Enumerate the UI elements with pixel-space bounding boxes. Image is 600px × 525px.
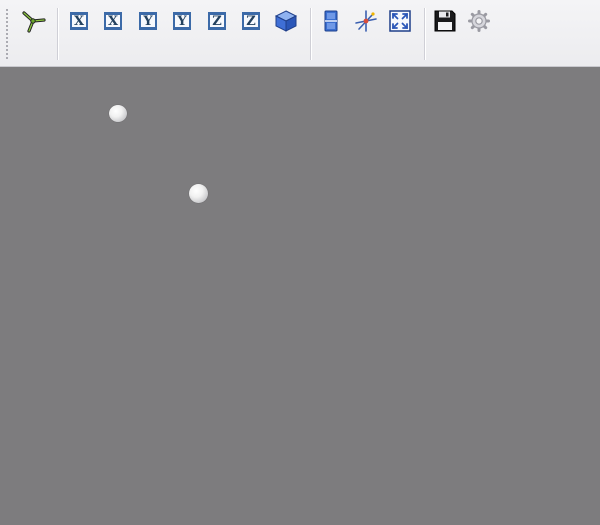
axis-label: X [73, 13, 85, 29]
axis-label: X [107, 13, 119, 29]
sphere-object[interactable] [189, 184, 208, 203]
fit-to-screen-button[interactable] [387, 8, 413, 34]
main-toolbar: X X Y Y Z Z [0, 0, 600, 67]
settings-button[interactable] [466, 8, 492, 34]
isometric-view-button[interactable] [273, 8, 299, 34]
split-layout-icon [324, 10, 338, 32]
axis-label: Z [246, 13, 256, 29]
axes-star-icon [355, 10, 377, 32]
view-y-positive-icon: Y [139, 12, 157, 30]
isometric-cube-icon [274, 10, 298, 32]
settings-gear-icon [468, 10, 490, 32]
fit-to-screen-icon [389, 10, 411, 32]
view-x-negative-button[interactable]: X [100, 8, 126, 34]
toolbar-grip[interactable] [6, 8, 8, 60]
save-button[interactable] [432, 8, 458, 34]
axis-label: Z [212, 13, 222, 29]
view-z-positive-button[interactable]: Z [204, 8, 230, 34]
view-x-positive-icon: X [70, 12, 88, 30]
axes-button[interactable] [353, 8, 379, 34]
view-z-positive-icon: Z [208, 12, 226, 30]
view-y-negative-icon: Y [173, 12, 191, 30]
sphere-object[interactable] [109, 105, 127, 122]
toolbar-separator [424, 8, 425, 60]
split-layout-button[interactable] [318, 8, 344, 34]
toolbar-separator [310, 8, 311, 60]
save-floppy-icon [434, 10, 456, 32]
view-y-positive-button[interactable]: Y [135, 8, 161, 34]
axis-label: Y [177, 13, 187, 29]
view-z-negative-icon: Z [242, 12, 260, 30]
trefoil-logo-icon[interactable] [20, 8, 46, 34]
toolbar-separator [57, 8, 58, 60]
axis-label: Y [143, 13, 153, 29]
view-x-positive-button[interactable]: X [66, 8, 92, 34]
3d-viewport[interactable] [0, 67, 600, 525]
view-x-negative-icon: X [104, 12, 122, 30]
view-z-negative-button[interactable]: Z [238, 8, 264, 34]
view-y-negative-button[interactable]: Y [169, 8, 195, 34]
